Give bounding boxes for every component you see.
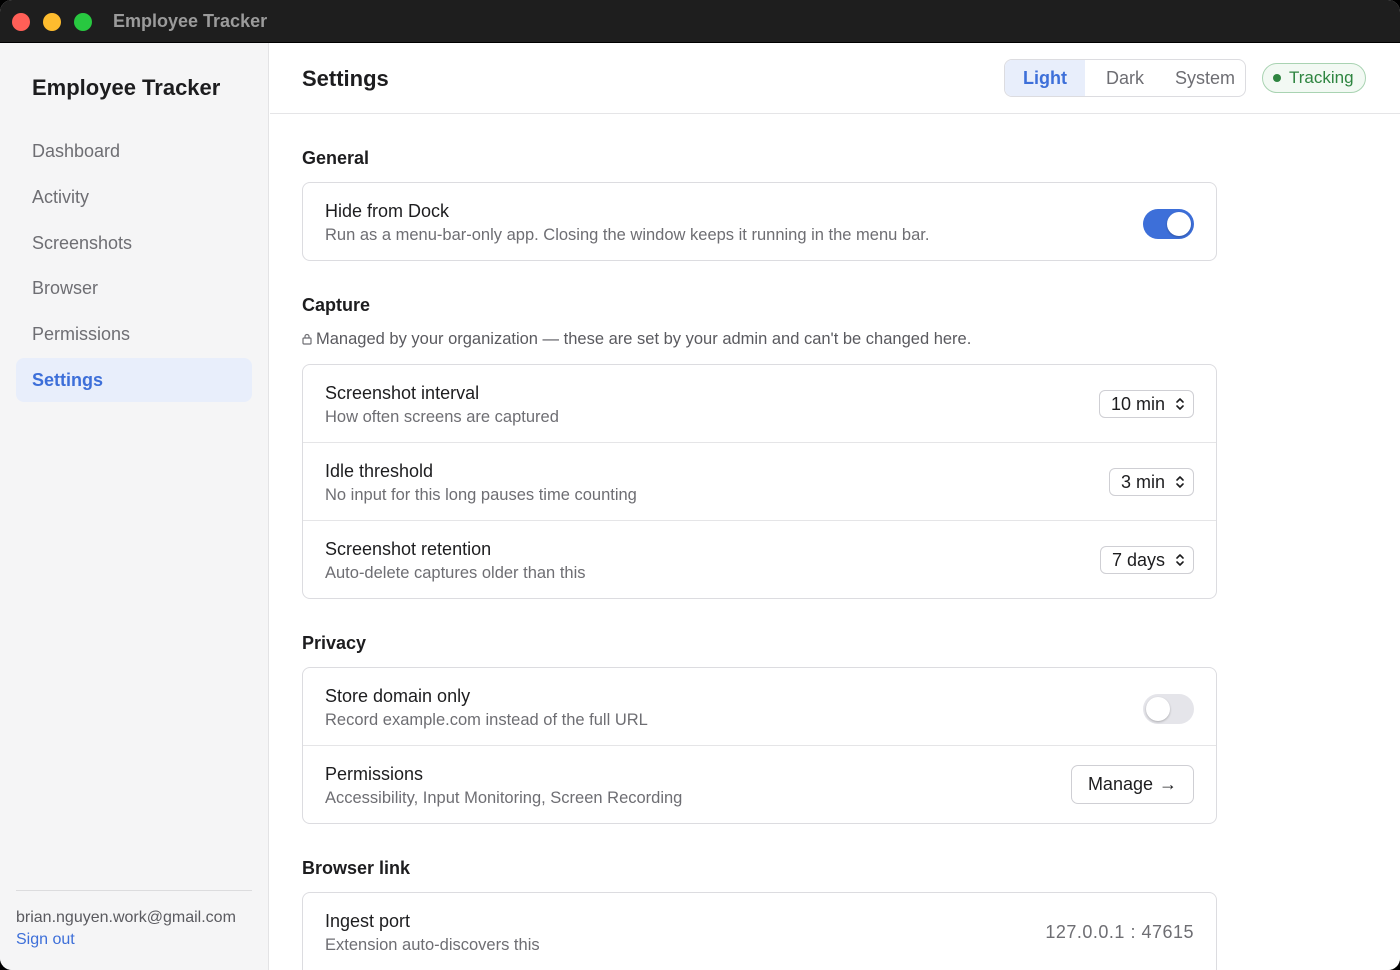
arrow-right-icon: →	[1159, 774, 1177, 794]
lock-icon	[302, 333, 312, 345]
store-domain-only-toggle[interactable]	[1143, 694, 1194, 724]
capture-card: Screenshot interval How often screens ar…	[302, 364, 1217, 599]
screenshot-interval-title: Screenshot interval	[325, 383, 480, 403]
screenshot-interval-select[interactable]: 10 min	[1098, 390, 1194, 418]
ingest-port-title: Ingest port	[325, 911, 411, 931]
app-window: Employee Tracker Employee Tracker Dashbo…	[0, 0, 1400, 970]
idle-threshold-subtitle: No input for this long pauses time count…	[325, 486, 637, 504]
section-title-browser-link: Browser link	[302, 858, 411, 878]
idle-threshold-row: Idle threshold No input for this long pa…	[303, 443, 1216, 521]
sidebar-footer: brian.nguyen.work@gmail.com Sign out	[16, 890, 252, 949]
section-title-privacy: Privacy	[302, 633, 367, 653]
idle-threshold-value: 3 min	[1120, 472, 1165, 492]
chevron-up-down-icon	[1176, 476, 1184, 488]
hide-from-dock-subtitle: Run as a menu-bar-only app. Closing the …	[325, 226, 930, 244]
ingest-port-row: Ingest port Extension auto-discovers thi…	[303, 893, 1216, 970]
ingest-port-value: 127.0.0.1 : 47615	[1045, 922, 1194, 942]
close-window-button[interactable]	[12, 13, 30, 31]
window-title: Employee Tracker	[113, 11, 268, 31]
hide-from-dock-title: Hide from Dock	[325, 201, 450, 221]
app-brand: Employee Tracker	[32, 75, 221, 100]
permissions-subtitle: Accessibility, Input Monitoring, Screen …	[325, 789, 683, 807]
managed-note-text: Managed by your organization — these are…	[316, 330, 972, 348]
status-dot-icon	[1273, 74, 1281, 82]
privacy-card: Store domain only Record example.com ins…	[302, 667, 1217, 824]
sidebar-item-browser[interactable]: Browser	[16, 266, 252, 310]
page-title: Settings	[302, 66, 389, 91]
screenshot-interval-subtitle: How often screens are captured	[325, 408, 559, 426]
store-domain-only-title: Store domain only	[325, 686, 471, 706]
screenshot-retention-value: 7 days	[1111, 550, 1165, 570]
title-bar: Employee Tracker	[0, 0, 1400, 43]
idle-threshold-select[interactable]: 3 min	[1108, 468, 1194, 496]
maximize-window-button[interactable]	[74, 13, 92, 31]
screenshot-retention-title: Screenshot retention	[325, 539, 492, 559]
ingest-port-subtitle: Extension auto-discovers this	[325, 936, 540, 954]
sidebar-item-activity[interactable]: Activity	[16, 175, 252, 219]
theme-option-system[interactable]: System	[1165, 60, 1245, 96]
sidebar-item-permissions[interactable]: Permissions	[16, 312, 252, 356]
theme-option-dark[interactable]: Dark	[1085, 60, 1165, 96]
toggle-knob	[1167, 212, 1191, 236]
managed-note: Managed by your organization — these are…	[302, 330, 971, 349]
screenshot-retention-row: Screenshot retention Auto-delete capture…	[303, 521, 1216, 598]
idle-threshold-title: Idle threshold	[325, 461, 434, 481]
chevron-up-down-icon	[1176, 554, 1184, 566]
screenshot-interval-row: Screenshot interval How often screens ar…	[303, 365, 1216, 443]
main-content: Settings Light Dark System Tracking Gene…	[270, 43, 1400, 970]
manage-button-label: Manage	[1087, 774, 1153, 794]
store-domain-only-row: Store domain only Record example.com ins…	[303, 668, 1216, 746]
theme-segmented-control: Light Dark System	[1004, 59, 1246, 97]
permissions-title: Permissions	[325, 764, 424, 784]
sidebar: Employee Tracker Dashboard Activity Scre…	[0, 43, 269, 970]
user-email: brian.nguyen.work@gmail.com	[16, 909, 236, 926]
hide-from-dock-row: Hide from Dock Run as a menu-bar-only ap…	[303, 183, 1216, 260]
page-header: Settings Light Dark System Tracking	[270, 43, 1400, 114]
sign-out-link[interactable]: Sign out	[16, 931, 75, 949]
permissions-row: Permissions Accessibility, Input Monitor…	[303, 746, 1216, 823]
sidebar-item-screenshots[interactable]: Screenshots	[16, 221, 252, 265]
toggle-knob	[1146, 697, 1170, 721]
screenshot-retention-select[interactable]: 7 days	[1099, 546, 1194, 574]
theme-option-light[interactable]: Light	[1005, 60, 1085, 96]
tracking-status-badge: Tracking	[1262, 63, 1366, 93]
sidebar-nav: Dashboard Activity Screenshots Browser P…	[16, 129, 252, 404]
sidebar-item-settings[interactable]: Settings	[16, 357, 252, 402]
screenshot-retention-subtitle: Auto-delete captures older than this	[325, 564, 586, 582]
section-title-capture: Capture	[302, 295, 371, 315]
sidebar-item-dashboard[interactable]: Dashboard	[16, 129, 252, 173]
store-domain-only-subtitle: Record example.com instead of the full U…	[325, 711, 648, 729]
section-title-general: General	[302, 148, 370, 168]
hide-from-dock-toggle[interactable]	[1143, 209, 1194, 239]
tracking-status-label: Tracking	[1289, 68, 1354, 87]
manage-permissions-button[interactable]: Manage →	[1070, 765, 1194, 804]
browser-link-card: Ingest port Extension auto-discovers thi…	[302, 892, 1217, 970]
chevron-up-down-icon	[1176, 398, 1184, 410]
minimize-window-button[interactable]	[43, 13, 61, 31]
screenshot-interval-value: 10 min	[1110, 394, 1165, 414]
general-card: Hide from Dock Run as a menu-bar-only ap…	[302, 182, 1217, 261]
